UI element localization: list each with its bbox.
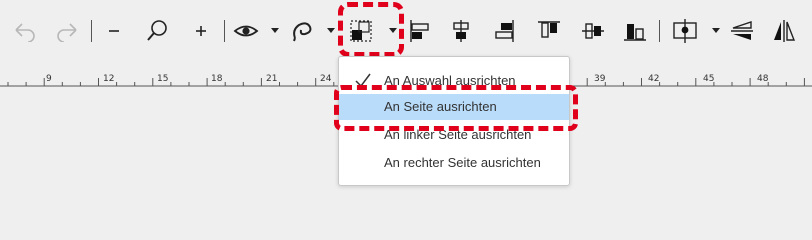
align-bottom-button[interactable]	[620, 16, 650, 46]
zoom-out-button[interactable]	[99, 16, 129, 46]
redo-arrow-icon	[57, 23, 77, 42]
align-right-button[interactable]	[490, 16, 520, 46]
align-middle-vertical-icon	[582, 23, 604, 39]
ruler-label: 42	[648, 74, 660, 84]
redo-button[interactable]	[52, 16, 82, 46]
ruler-label: 24	[320, 74, 332, 84]
ruler-label: 18	[211, 74, 223, 84]
flip-vertical-icon	[774, 20, 796, 42]
zoom-search-button[interactable]	[142, 16, 172, 46]
align-bottom-icon	[624, 24, 646, 41]
view-dropdown-caret-icon[interactable]	[271, 28, 279, 33]
distribute-button[interactable]	[670, 16, 700, 46]
undo-arrow-icon	[15, 23, 35, 42]
toolbar-separator	[224, 20, 225, 42]
ruler-label: 15	[157, 74, 169, 84]
ruler-label: 21	[266, 74, 278, 84]
align-left-icon	[410, 20, 429, 42]
align-top-button[interactable]	[534, 16, 564, 46]
distribute-icon	[673, 19, 697, 43]
distribute-dropdown-caret-icon[interactable]	[712, 28, 720, 33]
ruler-label: 48	[757, 74, 769, 84]
lasso-dropdown-caret-icon[interactable]	[327, 28, 335, 33]
align-right-icon	[495, 20, 514, 42]
plus-icon	[196, 26, 206, 36]
magnifier-icon	[147, 20, 167, 41]
menu-item-label: An rechter Seite ausrichten	[384, 155, 541, 170]
eye-icon	[233, 25, 259, 37]
ruler-label: 39	[594, 74, 606, 84]
flip-horizontal-button[interactable]	[727, 16, 757, 46]
align-top-icon	[538, 21, 560, 38]
undo-button[interactable]	[10, 16, 40, 46]
menu-item-align-right-page[interactable]: An rechter Seite ausrichten	[339, 150, 569, 176]
view-button[interactable]	[231, 16, 261, 46]
lasso-icon	[293, 22, 312, 42]
ruler-label: 45	[703, 74, 715, 84]
toolbar-separator	[659, 20, 660, 42]
ruler-label: 9	[46, 74, 52, 84]
menu-annotation-highlight	[334, 85, 578, 131]
align-middle-v-button[interactable]	[578, 16, 608, 46]
lasso-button[interactable]	[287, 16, 317, 46]
align-center-h-button[interactable]	[446, 16, 476, 46]
flip-horizontal-icon	[731, 21, 753, 40]
ruler-label: 12	[103, 74, 115, 84]
zoom-in-button[interactable]	[186, 16, 216, 46]
minus-icon	[109, 30, 119, 32]
align-left-button[interactable]	[404, 16, 434, 46]
flip-vertical-button[interactable]	[769, 16, 799, 46]
align-center-horizontal-icon	[453, 20, 469, 42]
toolbar-separator	[91, 20, 92, 42]
toolbar-annotation-highlight	[338, 2, 404, 57]
